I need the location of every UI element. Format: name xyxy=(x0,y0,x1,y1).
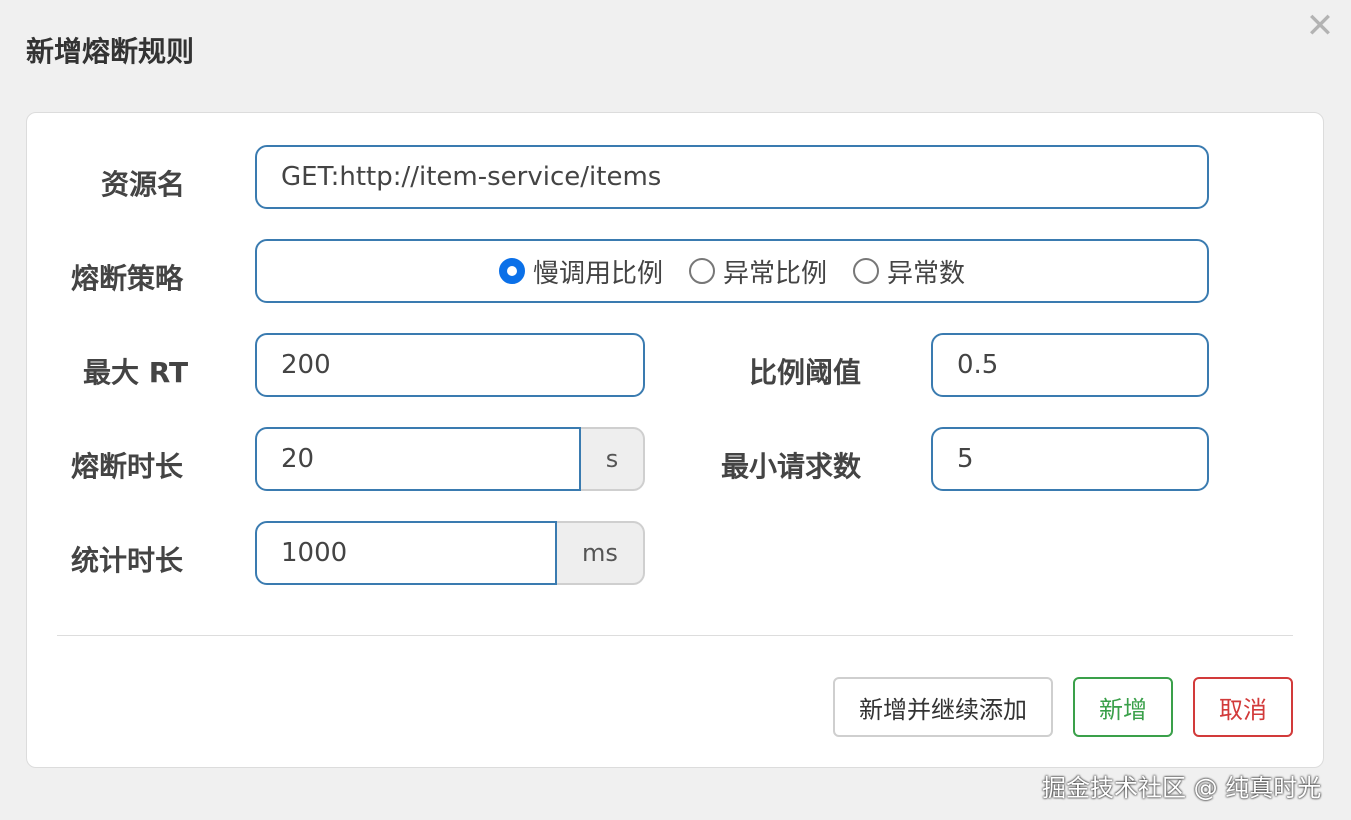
radio-label: 异常比例 xyxy=(722,258,827,289)
strategy-radio-group: 慢调用比例 异常比例 异常数 xyxy=(255,239,1209,303)
ratio-threshold-input[interactable]: 0.5 xyxy=(931,333,1209,397)
strategy-label: 熔断策略 xyxy=(71,262,184,295)
stat-duration-label: 统计时长 xyxy=(71,544,184,577)
max-rt-input[interactable]: 200 xyxy=(255,333,645,397)
break-duration-group: 20 s xyxy=(255,427,645,491)
stat-duration-unit: ms xyxy=(557,521,645,585)
divider xyxy=(57,635,1293,636)
radio-error-ratio[interactable]: 异常比例 xyxy=(688,253,827,290)
ratio-threshold-label: 比例阈值 xyxy=(749,356,862,389)
radio-error-count[interactable]: 异常数 xyxy=(853,253,965,290)
close-icon[interactable]: ✕ xyxy=(1304,9,1336,43)
break-duration-unit: s xyxy=(581,427,645,491)
add-button[interactable]: 新增 xyxy=(1073,677,1173,737)
min-requests-label: 最小请求数 xyxy=(721,450,862,483)
dialog-title: 新增熔断规则 xyxy=(26,35,195,68)
watermark: 掘金技术社区 @ 纯真时光 xyxy=(1042,774,1322,802)
max-rt-label: 最大 RT xyxy=(83,356,189,389)
cancel-button[interactable]: 取消 xyxy=(1193,677,1293,737)
stat-duration-input[interactable]: 1000 xyxy=(255,521,557,585)
radio-label: 慢调用比例 xyxy=(532,258,663,289)
form-panel: 资源名 GET:http://item-service/items 熔断策略 慢… xyxy=(26,112,1324,768)
radio-unselected-icon xyxy=(688,258,715,284)
break-duration-label: 熔断时长 xyxy=(71,450,184,483)
radio-selected-icon xyxy=(498,258,525,284)
min-requests-input[interactable]: 5 xyxy=(931,427,1209,491)
resource-label: 资源名 xyxy=(101,168,186,201)
radio-slow-call-ratio[interactable]: 慢调用比例 xyxy=(498,253,663,290)
stat-duration-group: 1000 ms xyxy=(255,521,645,585)
radio-unselected-icon xyxy=(853,258,879,284)
add-and-continue-button[interactable]: 新增并继续添加 xyxy=(833,677,1053,737)
break-duration-input[interactable]: 20 xyxy=(255,427,581,491)
resource-input[interactable]: GET:http://item-service/items xyxy=(255,145,1209,209)
radio-label: 异常数 xyxy=(887,258,966,289)
